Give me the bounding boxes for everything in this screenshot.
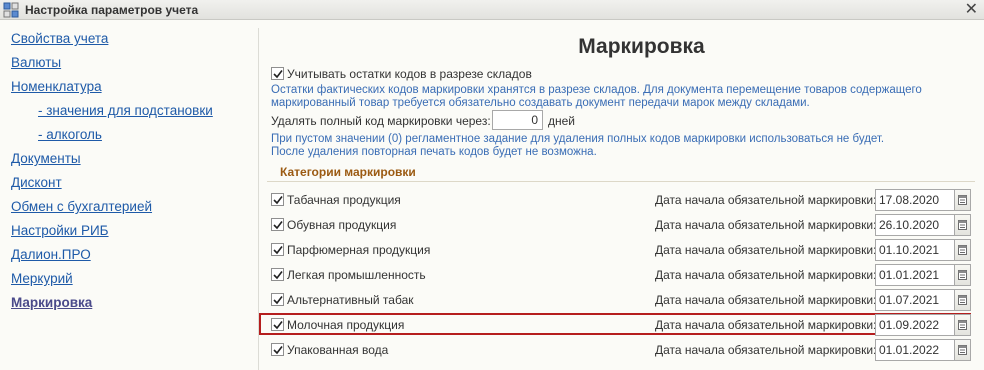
sidebar-item-substitution-values[interactable]: - значения для подстановки bbox=[38, 103, 213, 118]
checkmark-icon bbox=[273, 346, 283, 355]
sidebar-item-accounting-properties[interactable]: Свойства учета bbox=[11, 31, 108, 46]
mandatory-date-label: Дата начала обязательной маркировки: bbox=[655, 343, 877, 357]
mandatory-date-input[interactable]: 01.09.2022 bbox=[875, 314, 955, 336]
calendar-icon bbox=[958, 320, 967, 330]
category-checkbox[interactable] bbox=[271, 243, 284, 256]
warehouse-balance-checkbox[interactable] bbox=[271, 67, 284, 80]
category-checkbox[interactable] bbox=[271, 193, 284, 206]
checkmark-icon bbox=[273, 321, 283, 330]
checkmark-icon bbox=[273, 221, 283, 230]
sidebar-item-accounting-exchange[interactable]: Обмен с бухгалтерией bbox=[11, 199, 152, 214]
mandatory-date-input[interactable]: 17.08.2020 bbox=[875, 189, 955, 211]
mandatory-date-label: Дата начала обязательной маркировки: bbox=[655, 193, 877, 207]
calendar-button[interactable] bbox=[955, 264, 971, 286]
delete-period-days-input[interactable]: 0 bbox=[492, 110, 543, 130]
mandatory-date-input[interactable]: 26.10.2020 bbox=[875, 214, 955, 236]
sidebar-item-dalion-pro[interactable]: Далион.ПРО bbox=[11, 247, 91, 262]
mandatory-date-input[interactable]: 01.10.2021 bbox=[875, 239, 955, 261]
marking-settings-panel: Маркировка Учитывать остатки кодов в раз… bbox=[259, 21, 984, 370]
categories-group-line bbox=[267, 181, 975, 182]
category-label: Обувная продукция bbox=[287, 218, 397, 232]
mandatory-date-label: Дата начала обязательной маркировки: bbox=[655, 218, 877, 232]
checkmark-icon bbox=[273, 271, 283, 280]
category-row: Альтернативный табак Дата начала обязател… bbox=[259, 288, 984, 312]
calendar-button[interactable] bbox=[955, 314, 971, 336]
warehouse-hint-line-1: Остатки фактических кодов маркировки хра… bbox=[271, 84, 922, 96]
calendar-icon bbox=[958, 220, 967, 230]
calendar-button[interactable] bbox=[955, 214, 971, 236]
sidebar-item-mercury[interactable]: Меркурий bbox=[11, 271, 73, 286]
mandatory-date-input[interactable]: 01.01.2021 bbox=[875, 264, 955, 286]
sidebar-item-alcohol[interactable]: - алкоголь bbox=[38, 127, 102, 142]
checkmark-icon bbox=[273, 246, 283, 255]
calendar-icon bbox=[958, 245, 967, 255]
delete-period-unit: дней bbox=[548, 114, 576, 128]
sidebar-item-marking[interactable]: Маркировка bbox=[11, 295, 92, 310]
sidebar-item-documents[interactable]: Документы bbox=[11, 151, 81, 166]
calendar-button[interactable] bbox=[955, 339, 971, 361]
category-label: Упакованная вода bbox=[287, 343, 389, 357]
category-label: Парфюмерная продукция bbox=[287, 243, 431, 257]
category-row: Парфюмерная продукция Дата начала обязате… bbox=[259, 238, 984, 262]
warehouse-hint-line-2: маркированный товар требуется обязательн… bbox=[271, 97, 810, 109]
checkmark-icon bbox=[273, 196, 283, 205]
delete-period-label: Удалять полный код маркировки через: bbox=[271, 114, 491, 128]
mandatory-date-input[interactable]: 01.01.2022 bbox=[875, 339, 955, 361]
mandatory-date-label: Дата начала обязательной маркировки: bbox=[655, 243, 877, 257]
page-title: Маркировка bbox=[578, 35, 705, 58]
category-row: Легкая промышленность Дата начала обязате… bbox=[259, 263, 984, 287]
checkmark-icon bbox=[273, 296, 283, 305]
delete-hint-line-1: При пустом значении (0) регламентное зад… bbox=[271, 133, 885, 145]
category-checkbox[interactable] bbox=[271, 268, 284, 281]
checkmark-icon bbox=[273, 70, 283, 79]
calendar-icon bbox=[958, 345, 967, 355]
mandatory-date-input[interactable]: 01.07.2021 bbox=[875, 289, 955, 311]
window-titlebar: Настройка параметров учета ✕ bbox=[0, 0, 984, 20]
category-checkbox[interactable] bbox=[271, 293, 284, 306]
window-title: Настройка параметров учета bbox=[25, 2, 199, 17]
category-label: Легкая промышленность bbox=[287, 268, 426, 282]
category-label: Молочная продукция bbox=[287, 318, 405, 332]
mandatory-date-label: Дата начала обязательной маркировки: bbox=[655, 268, 877, 282]
close-icon[interactable]: ✕ bbox=[965, 1, 978, 19]
category-row: Табачная продукция Дата начала обязательн… bbox=[259, 188, 984, 212]
sidebar-item-discount[interactable]: Дисконт bbox=[11, 175, 62, 190]
sidebar-nav: Свойства учета Валюты Номенклатура - зна… bbox=[0, 21, 258, 370]
categories-group-title: Категории маркировки bbox=[280, 165, 416, 179]
category-row: Молочная продукция Дата начала обязательн… bbox=[259, 313, 984, 337]
calendar-button[interactable] bbox=[955, 239, 971, 261]
calendar-button[interactable] bbox=[955, 189, 971, 211]
mandatory-date-label: Дата начала обязательной маркировки: bbox=[655, 318, 877, 332]
sidebar-item-rib-settings[interactable]: Настройки РИБ bbox=[11, 223, 109, 238]
delete-hint-line-2: После удаления повторная печать кодов бу… bbox=[271, 146, 597, 158]
sidebar-item-nomenclature[interactable]: Номенклатура bbox=[11, 79, 102, 94]
category-label: Альтернативный табак bbox=[287, 293, 414, 307]
category-row: Упакованная вода Дата начала обязательной… bbox=[259, 338, 984, 362]
calendar-icon bbox=[958, 295, 967, 305]
category-label: Табачная продукция bbox=[287, 193, 401, 207]
calendar-icon bbox=[958, 195, 967, 205]
sidebar-item-currencies[interactable]: Валюты bbox=[11, 55, 61, 70]
category-checkbox[interactable] bbox=[271, 343, 284, 356]
calendar-icon bbox=[958, 270, 967, 280]
settings-grid-icon bbox=[3, 2, 19, 17]
category-checkbox[interactable] bbox=[271, 218, 284, 231]
category-checkbox[interactable] bbox=[271, 318, 284, 331]
warehouse-balance-label: Учитывать остатки кодов в разрезе складо… bbox=[287, 67, 532, 81]
category-row: Обувная продукция Дата начала обязательно… bbox=[259, 213, 984, 237]
mandatory-date-label: Дата начала обязательной маркировки: bbox=[655, 293, 877, 307]
calendar-button[interactable] bbox=[955, 289, 971, 311]
